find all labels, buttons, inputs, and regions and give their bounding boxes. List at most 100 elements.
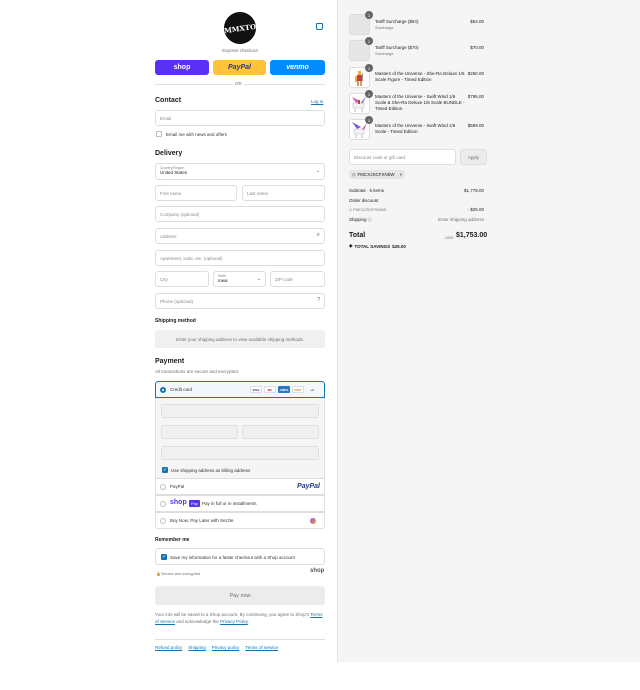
sezzle-radio[interactable] [160,518,166,524]
chevron-down-icon: ⌄ [315,168,320,174]
terms-of-service-link[interactable]: Terms of service [245,645,278,650]
payment-heading: Payment [155,358,185,365]
express-checkout-label: Express checkout [222,48,258,53]
credit-card-label: Credit card [170,387,193,392]
sezzle-option[interactable]: Buy Now, Pay Later with Sezzle [155,512,325,529]
address-field[interactable]: Address ⌕ [155,228,325,244]
product-price: $260.00 [467,71,484,76]
discount-chip: ◇ FMCXJSCFXN5W × [349,170,406,179]
privacy-policy-link[interactable]: Privacy policy [212,645,240,650]
newsletter-label: Email me with news and offers [166,132,227,137]
state-select[interactable]: State Iowa ⌄ [213,271,266,287]
billing-same-label: Use shipping address as billing address [171,468,251,473]
card-number-field[interactable] [161,404,319,418]
discount-chip-code: FMCXJSCFXN5W [357,172,395,177]
product-thumbnail: 1 [349,90,373,114]
phone-placeholder: Phone (optional) [160,298,194,304]
quantity-badge: 1 [365,11,373,19]
product-subtitle: Surcharge [375,51,394,56]
legal-text: Your info will be saved to a Shop accoun… [155,611,325,625]
order-discount-label: Order discount [349,198,379,203]
savings-value: $25.00 [392,243,406,249]
shipping-notice: Enter your shipping address to view avai… [155,330,325,348]
save-info-checkbox[interactable]: ✓ [161,554,167,560]
shipping-label: Shipping [349,217,367,222]
cart-bag-icon[interactable] [316,23,323,30]
card-brand-icons: VISA MC AMEX DISC +4 [250,386,318,393]
delivery-heading: Delivery [155,150,183,157]
footer-links: Refund policy Shipping Privacy policy Te… [155,645,278,650]
paypal-button[interactable]: PayPal [213,60,266,75]
applied-discount-code: FMCXJSCFXN5W [353,207,387,212]
shipping-method-heading: Shipping method [155,318,196,324]
shoppay-radio[interactable] [160,501,166,507]
credit-card-radio[interactable] [160,387,166,393]
refund-policy-link[interactable]: Refund policy [155,645,182,650]
subtotal-label: Subtotal · 5 items [349,188,385,193]
product-price: $70.00 [470,45,484,50]
shop-pay-button[interactable]: shop [155,60,209,75]
billing-same-checkbox[interactable]: ✓ [162,467,168,473]
quantity-badge: 1 [365,116,373,124]
email-field[interactable]: Email [155,110,325,126]
page-bottom [0,662,640,690]
first-name-field[interactable]: First name [155,185,237,201]
paypal-option[interactable]: PayPal PayPal [155,478,325,495]
apply-button[interactable]: Apply [460,149,487,165]
shop-logo: shop [310,568,325,574]
total-label: Total [349,232,366,239]
phone-field[interactable]: Phone (optional) ? [155,293,325,309]
store-logo[interactable]: MMXTO [221,9,259,47]
or-label: OR [233,81,244,86]
payment-subtitle: All transactions are secure and encrypte… [155,369,240,374]
credit-card-option[interactable]: Credit card VISA MC AMEX DISC +4 [155,381,325,398]
card-name-field[interactable] [161,446,319,460]
legal-line: Your info will be saved to a Shop accoun… [155,612,310,617]
address-placeholder: Address [160,233,177,239]
discount-code-field[interactable]: Discount code or gift card [349,149,456,165]
product-price: $795.00 [467,94,484,99]
product-thumbnail: 1 [349,64,373,88]
venmo-button[interactable]: venmo [270,60,325,75]
legal-end: . [247,619,250,624]
card-fields-area: ✓ Use shipping address as billing addres… [155,398,325,478]
chevron-down-icon: ⌄ [256,276,261,282]
zip-field[interactable]: ZIP code [270,271,325,287]
card-cvv-field[interactable] [242,425,319,439]
pay-now-button[interactable]: Pay now [155,586,325,605]
shoppay-logo: shop [170,499,187,506]
state-value: Iowa [218,278,228,283]
product-thumbnail: 1 [349,11,373,35]
tag-icon: ◇ [349,207,353,212]
shoppay-badge: Pay [189,500,200,507]
info-icon[interactable]: ⓘ [368,217,372,222]
last-name-field[interactable]: Last name [242,185,325,201]
product-thumbnail: 1 [349,37,373,61]
total-value: $1,753.00 [456,232,488,239]
newsletter-checkbox[interactable] [156,131,162,137]
login-link[interactable]: Log in [311,99,323,104]
savings-tag-icon: ◈ [349,243,353,248]
help-icon[interactable]: ? [317,297,320,303]
shoppay-option[interactable]: shop Pay Pay in full or in installments [155,495,325,512]
privacy-link[interactable]: Privacy Policy [220,619,248,624]
card-expiry-field[interactable] [161,425,238,439]
total-savings: ◈ TOTAL SAVINGS $25.00 [349,243,406,249]
company-field[interactable]: Company (optional) [155,206,325,222]
paypal-logo: PayPal [297,483,320,490]
product-subtitle: Surcharge [375,25,394,30]
quantity-badge: 1 [365,90,373,98]
shipping-link[interactable]: Shipping [188,645,206,650]
paypal-radio[interactable] [160,484,166,490]
city-field[interactable]: City [155,271,209,287]
legal-and: and acknowledge the [176,619,219,624]
more-cards-badge: +4 [310,387,314,392]
country-select[interactable]: Country/Region United States ⌄ [155,163,325,180]
remove-discount-icon[interactable]: × [399,172,402,177]
product-price: $54.00 [470,19,484,24]
save-info-box[interactable]: ✓ Save my information for a faster check… [155,548,325,565]
discount-code-row: ◇ FMCXJSCFXN5W [349,207,386,212]
visa-icon: VISA [250,386,262,393]
apartment-field[interactable]: Apartment, suite, etc. (optional) [155,250,325,266]
subtotal-value: $1,778.00 [463,188,484,193]
